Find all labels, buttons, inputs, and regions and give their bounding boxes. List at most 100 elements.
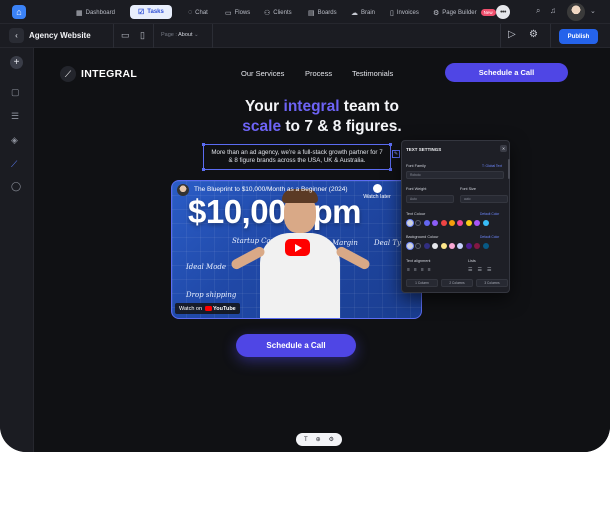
hero-accent: scale (242, 118, 282, 135)
nav-dashboard[interactable]: ▦ Dashboard (76, 6, 115, 19)
background-colour-swatch[interactable] (465, 243, 472, 249)
page-selector[interactable]: Page : About ⌄ (161, 32, 199, 38)
text-tool-icon[interactable]: T (304, 437, 308, 443)
nav-boards[interactable]: ▤ Boards (308, 6, 337, 19)
text-alignment-group: ≡ ≡ ≡ ≡ (407, 267, 431, 273)
font-family-select[interactable]: Roboto (406, 171, 504, 179)
text-default-color-link[interactable]: Default Color (480, 212, 499, 216)
background-colour-swatch[interactable] (474, 243, 481, 249)
text-colour-swatch[interactable] (423, 220, 430, 226)
chevron-down-icon[interactable]: ⌄ (590, 7, 596, 15)
font-size-select[interactable]: auto (460, 195, 508, 203)
site-nav-testimonials[interactable]: Testimonials (352, 69, 393, 78)
video-title[interactable]: The Blueprint to $10,000/Month as a Begi… (194, 186, 348, 193)
resize-handle[interactable] (202, 168, 205, 171)
site-brand[interactable]: ⟋ INTEGRAL (60, 66, 137, 82)
schedule-call-main-button[interactable]: Schedule a Call (236, 334, 356, 357)
nav-dashboard-label: Dashboard (85, 9, 115, 16)
builder-sidebar: + ▢ ☰ ◈ ⟋ ◯ (0, 48, 34, 452)
text-colour-swatch[interactable] (474, 220, 481, 226)
two-columns-button[interactable]: 2 Columns (441, 279, 473, 287)
settings-cog-icon[interactable]: ⚙ (329, 436, 334, 443)
align-justify-icon[interactable]: ≡ (428, 267, 431, 273)
pages-icon[interactable]: ▢ (11, 87, 20, 98)
add-element-button[interactable]: + (10, 56, 23, 69)
stack-icon[interactable]: ◈ (11, 135, 18, 146)
back-button[interactable]: ‹ (9, 28, 24, 43)
publish-button[interactable]: Publish (559, 29, 598, 44)
site-nav-services[interactable]: Our Services (241, 69, 284, 78)
background-colour-swatch[interactable] (440, 243, 447, 249)
nav-flows[interactable]: ▭ Flows (225, 6, 250, 19)
numbered-list-icon[interactable]: ☰ (477, 267, 481, 273)
schedule-call-header-button[interactable]: Schedule a Call (445, 63, 568, 82)
watch-on-youtube-button[interactable]: Watch on YouTube (175, 303, 240, 314)
preview-play-icon[interactable]: ▷ (508, 29, 516, 40)
channel-avatar[interactable] (177, 184, 189, 196)
nav-clients-label: Clients (273, 9, 292, 16)
text-colour-swatch[interactable] (432, 220, 439, 226)
watch-later-button[interactable]: Watch later (362, 184, 392, 200)
background-colour-swatch[interactable] (423, 243, 430, 249)
text-colour-swatch[interactable] (465, 220, 472, 226)
background-colour-swatch[interactable] (448, 243, 455, 249)
resize-handle[interactable] (389, 168, 392, 171)
site-nav-process[interactable]: Process (305, 69, 332, 78)
text-colour-swatch[interactable] (407, 220, 413, 226)
global-text-link[interactable]: T: Global Text (482, 164, 502, 168)
user-avatar[interactable] (567, 3, 585, 21)
mobile-view-icon[interactable]: ▯ (140, 30, 145, 41)
settings-gear-icon[interactable]: ⚙ (529, 29, 538, 40)
text-colour-swatch[interactable] (440, 220, 447, 226)
resize-handle[interactable] (202, 143, 205, 146)
background-colour-swatch[interactable] (432, 243, 439, 249)
selected-subtitle-text[interactable]: More than an ad agency, we're a full-sta… (202, 143, 392, 171)
layers-list-icon[interactable]: ☰ (11, 111, 19, 122)
background-colour-swatch[interactable] (482, 243, 489, 249)
align-left-icon[interactable]: ≡ (407, 267, 410, 273)
bullet-list-icon[interactable]: ☰ (468, 267, 472, 273)
desktop-view-icon[interactable]: ▭ (121, 30, 130, 41)
one-column-button[interactable]: 1 Column (406, 279, 438, 287)
add-circle-icon[interactable]: ⊕ (316, 436, 321, 443)
text-colour-swatch[interactable] (457, 220, 464, 226)
analytics-icon[interactable]: ⟋ (11, 159, 17, 170)
background-colour-swatches (407, 243, 489, 249)
resize-handle[interactable] (389, 143, 392, 146)
youtube-video-embed[interactable]: $10,000/pm Startup Capital Margin Deal T… (171, 180, 422, 319)
text-colour-swatches (407, 220, 489, 226)
chat-icon: ◌ (188, 9, 193, 16)
panel-scrollbar[interactable] (508, 159, 510, 179)
grid-icon: ▦ (76, 9, 83, 17)
close-icon[interactable]: ✕ (500, 145, 507, 152)
nav-chat[interactable]: ◌ Chat (188, 6, 208, 19)
bg-default-color-link[interactable]: Default Color (480, 235, 499, 239)
app-logo-icon[interactable]: ⌂ (12, 5, 26, 19)
nav-page-builder[interactable]: ⚙ Page Builder New (433, 6, 496, 19)
canvas-mini-toolbar: T ⊕ ⚙ (296, 433, 342, 446)
align-right-icon[interactable]: ≡ (421, 267, 424, 273)
nav-clients[interactable]: ⚇ Clients (264, 6, 292, 19)
play-button-icon[interactable] (285, 239, 310, 256)
list-style-icon[interactable]: ☰ (487, 267, 491, 273)
watch-on-label: Watch on (179, 305, 203, 312)
nav-brain[interactable]: ☁ Brain (351, 6, 375, 19)
top-navigation: ⌂ ▦ Dashboard ☑ Tasks ◌ Chat ▭ Flows ⚇ C… (0, 0, 610, 24)
text-colour-swatch[interactable] (482, 220, 489, 226)
align-center-icon[interactable]: ≡ (414, 267, 417, 273)
comments-icon[interactable]: ◯ (11, 181, 21, 192)
nav-invoices[interactable]: ▯ Invoices (390, 6, 419, 19)
three-columns-button[interactable]: 3 Columns (476, 279, 508, 287)
edit-pencil-icon[interactable]: ✎ (392, 150, 400, 158)
nav-tasks[interactable]: ☑ Tasks (130, 5, 172, 19)
text-colour-swatch[interactable] (448, 220, 455, 226)
text-colour-swatch[interactable] (415, 220, 422, 226)
more-menu-button[interactable]: ••• (496, 5, 510, 19)
background-colour-swatch[interactable] (407, 243, 413, 249)
font-weight-select[interactable]: Auto (406, 195, 454, 203)
search-icon[interactable]: ⌕ (536, 6, 540, 16)
background-colour-swatch[interactable] (457, 243, 464, 249)
background-colour-swatch[interactable] (415, 243, 422, 249)
bell-icon[interactable]: ♫ (550, 6, 556, 15)
invoice-icon: ▯ (390, 9, 394, 17)
